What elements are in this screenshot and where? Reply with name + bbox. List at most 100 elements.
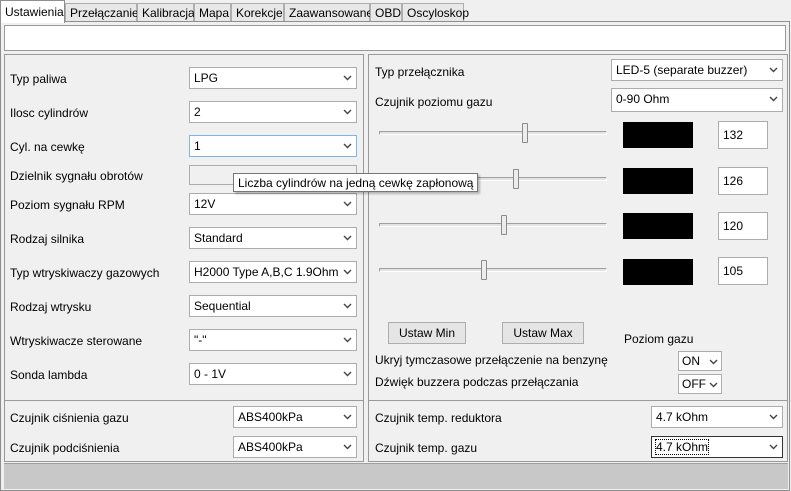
level-indicator-2 [623, 168, 693, 194]
left-settings-panel: Typ paliwa LPG Ilosc cylindrów 2 Cyl. na… [4, 54, 364, 416]
gas-level-sensor-select[interactable]: 0-90 Ohm [611, 88, 783, 112]
chevron-down-icon [343, 414, 352, 420]
level-value-4[interactable]: 105 [718, 257, 768, 285]
chevron-down-icon [343, 303, 352, 309]
tab-zaawansowane[interactable]: Zaawansowane [284, 3, 374, 22]
tab-oscyloskop[interactable]: Oscyloskop [402, 3, 469, 22]
gas-injector-type-select[interactable]: H2000 Type A,B,C 1.9Ohm [189, 261, 357, 283]
chevron-down-icon [343, 109, 352, 115]
slider-track[interactable] [379, 223, 607, 227]
injection-type-value: Sequential [194, 299, 251, 313]
tab-label: Korekcje [236, 6, 283, 20]
slider-track[interactable] [379, 131, 607, 135]
gas-level-sensor-value: 0-90 Ohm [616, 92, 670, 106]
chevron-down-icon [343, 269, 352, 275]
slider-track[interactable] [379, 268, 607, 272]
tab-label: Zaawansowane [289, 6, 374, 20]
level-value-2[interactable]: 126 [718, 167, 768, 195]
hide-temp-switch-label: Ukryj tymczasowe przełączenie na benzynę [375, 353, 608, 367]
gas-injector-type-label: Typ wtryskiwaczy gazowych [10, 266, 160, 280]
cylinders-select[interactable]: 2 [189, 101, 357, 123]
controlled-injectors-label: Wtryskiwacze sterowane [10, 334, 143, 348]
fuel-type-select[interactable]: LPG [189, 67, 357, 89]
slider-thumb[interactable] [480, 260, 487, 280]
buzzer-sound-select[interactable]: OFF [678, 374, 722, 394]
tab-korekcje[interactable]: Korekcje [231, 3, 284, 22]
set-max-button[interactable]: Ustaw Max [502, 322, 584, 344]
tab-przelaczanie[interactable]: Przełączanie [65, 3, 139, 22]
tab-mapa[interactable]: Mapa [194, 3, 231, 22]
engine-type-select[interactable]: Standard [189, 227, 357, 249]
chevron-down-icon [769, 67, 778, 73]
set-min-button[interactable]: Ustaw Min [388, 322, 466, 344]
tooltip: Liczba cylindrów na jedną cewkę zapłonow… [233, 173, 479, 192]
lambda-probe-select[interactable]: 0 - 1V [189, 363, 357, 385]
vacuum-sensor-label: Czujnik podciśnienia [10, 441, 120, 455]
engine-type-label: Rodzaj silnika [10, 232, 85, 246]
pressure-sensors-panel: Czujnik ciśnienia gazu ABS400kPa Czujnik… [4, 400, 364, 462]
level-indicator-4 [623, 259, 693, 285]
lambda-probe-value: 0 - 1V [194, 367, 227, 381]
rpm-level-value: 12V [194, 197, 216, 211]
tab-obd[interactable]: OBD [370, 3, 402, 22]
injection-type-label: Rodzaj wtrysku [10, 300, 92, 314]
level-indicator-3 [623, 213, 693, 239]
slider-thumb[interactable] [501, 215, 508, 235]
tab-label: Kalibracja [142, 6, 195, 20]
hide-temp-switch-select[interactable]: ON [678, 351, 722, 371]
tab-label: Mapa [199, 6, 230, 20]
chevron-down-icon [343, 143, 352, 149]
switch-type-value: LED-5 (separate buzzer) [616, 63, 748, 77]
fuel-type-label: Typ paliwa [10, 72, 67, 86]
chevron-down-icon [343, 75, 352, 81]
switch-type-select[interactable]: LED-5 (separate buzzer) [611, 59, 783, 81]
cylinders-value: 2 [194, 105, 201, 119]
buzzer-sound-label: Dźwięk buzzera podczas przełączania [375, 375, 579, 389]
reducer-temp-sensor-value: 4.7 kOhm [656, 410, 709, 424]
right-settings-panel: Typ przełącznika LED-5 (separate buzzer)… [368, 54, 788, 416]
chevron-down-icon [769, 414, 778, 420]
cyl-per-coil-value: 1 [194, 139, 201, 153]
fuel-type-value: LPG [194, 71, 219, 85]
cyl-per-coil-label: Cyl. na cewkę [10, 140, 85, 154]
vacuum-sensor-select[interactable]: ABS400kPa [233, 436, 357, 458]
header-strip [4, 25, 786, 51]
chevron-down-icon [343, 201, 352, 207]
cyl-per-coil-select[interactable]: 1 [189, 135, 357, 157]
gas-level-sensor-label: Czujnik poziomu gazu [375, 95, 493, 109]
controlled-injectors-select[interactable]: "-" [189, 329, 357, 351]
chevron-down-icon [769, 96, 778, 102]
gas-pressure-sensor-label: Czujnik ciśnienia gazu [10, 411, 129, 425]
chevron-down-icon [769, 444, 778, 450]
cylinders-label: Ilosc cylindrów [10, 106, 89, 120]
tab-ustawienia[interactable]: Ustawienia [0, 0, 65, 23]
gas-temp-sensor-select[interactable]: 4.7 kOhm [651, 436, 783, 458]
tab-label: Przełączanie [70, 6, 139, 20]
chevron-down-icon [343, 235, 352, 241]
level-value-3[interactable]: 120 [718, 212, 768, 240]
reducer-temp-sensor-select[interactable]: 4.7 kOhm [651, 406, 783, 428]
rpm-level-label: Poziom sygnału RPM [10, 198, 125, 212]
status-bar [4, 463, 788, 489]
chevron-down-icon [709, 359, 718, 365]
gas-pressure-sensor-select[interactable]: ABS400kPa [233, 406, 357, 428]
gas-temp-sensor-label: Czujnik temp. gazu [375, 441, 478, 455]
rpm-divider-label: Dzielnik sygnału obrotów [10, 169, 143, 183]
engine-type-value: Standard [194, 231, 243, 245]
buzzer-sound-value: OFF [682, 377, 706, 391]
reducer-temp-sensor-label: Czujnik temp. reduktora [375, 411, 502, 425]
chevron-down-icon [343, 337, 352, 343]
tab-label: OBD [375, 6, 402, 20]
tab-label: Oscyloskop [407, 6, 470, 20]
slider-thumb[interactable] [512, 169, 519, 189]
level-value-1[interactable]: 132 [718, 121, 768, 149]
rpm-level-select[interactable]: 12V [189, 193, 357, 215]
temperature-sensors-panel: Czujnik temp. reduktora 4.7 kOhm Czujnik… [368, 400, 788, 462]
hide-temp-switch-value: ON [682, 354, 700, 368]
tab-kalibracja[interactable]: Kalibracja [137, 3, 195, 22]
gas-pressure-sensor-value: ABS400kPa [238, 410, 303, 424]
chevron-down-icon [709, 382, 718, 388]
lambda-probe-label: Sonda lambda [10, 368, 88, 382]
slider-thumb[interactable] [521, 123, 528, 143]
injection-type-select[interactable]: Sequential [189, 295, 357, 317]
